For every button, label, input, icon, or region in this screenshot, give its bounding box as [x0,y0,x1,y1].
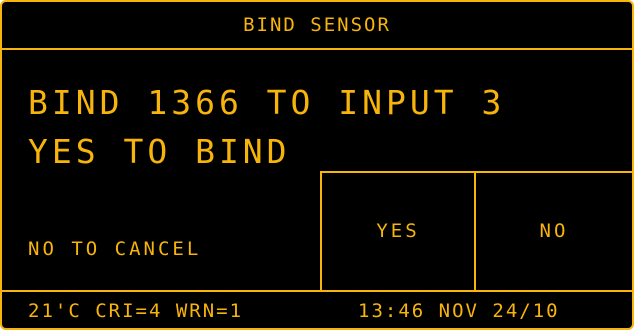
yes-button-label: YES [376,219,420,242]
yes-button[interactable]: YES [322,173,474,290]
bind-sensor-screen: BIND SENSOR BIND 1366 TO INPUT 3 YES TO … [0,0,634,330]
status-datetime: 13:46 NOV 24/10 [358,300,560,322]
status-bar-divider [2,290,632,292]
screen-title: BIND SENSOR [243,14,391,36]
no-button[interactable]: NO [476,173,632,290]
bind-instruction-line: BIND 1366 TO INPUT 3 [28,83,506,122]
confirm-instruction-line: YES TO BIND [28,132,291,171]
status-readout: 21'C CRI=4 WRN=1 [28,300,244,322]
no-button-label: NO [539,219,569,242]
header-divider [2,48,632,50]
cancel-hint: NO TO CANCEL [28,238,202,260]
